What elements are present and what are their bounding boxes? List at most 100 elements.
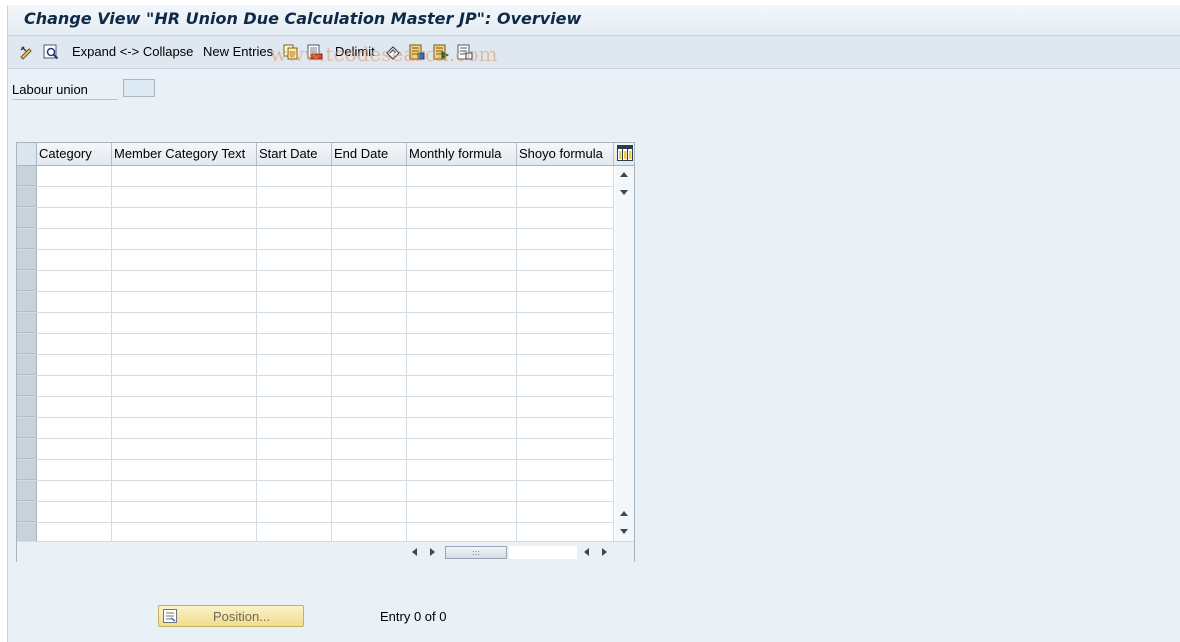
row-selector[interactable]	[17, 313, 37, 333]
table-cell[interactable]	[37, 439, 112, 459]
table-cell[interactable]	[37, 418, 112, 438]
row-selector[interactable]	[17, 460, 37, 480]
table-cell[interactable]	[517, 166, 614, 186]
table-cell[interactable]	[257, 397, 332, 417]
table-cell[interactable]	[332, 292, 407, 312]
column-header-monthly-formula[interactable]: Monthly formula	[407, 143, 517, 165]
select-all-rows-button[interactable]	[17, 143, 37, 165]
table-cell[interactable]	[407, 439, 517, 459]
table-cell[interactable]	[517, 460, 614, 480]
scroll-up-icon[interactable]	[620, 172, 628, 177]
table-cell[interactable]	[257, 439, 332, 459]
table-cell[interactable]	[37, 334, 112, 354]
table-cell[interactable]	[407, 187, 517, 207]
table-cell[interactable]	[517, 376, 614, 396]
column-header-start-date[interactable]: Start Date	[257, 143, 332, 165]
table-cell[interactable]	[332, 439, 407, 459]
table-cell[interactable]	[37, 481, 112, 501]
table-cell[interactable]	[112, 292, 257, 312]
row-selector[interactable]	[17, 208, 37, 228]
table-cell[interactable]	[332, 460, 407, 480]
table-cell[interactable]	[517, 271, 614, 291]
table-cell[interactable]	[37, 523, 112, 541]
table-cell[interactable]	[407, 418, 517, 438]
table-cell[interactable]	[517, 250, 614, 270]
table-cell[interactable]	[112, 376, 257, 396]
row-selector[interactable]	[17, 187, 37, 207]
table-cell[interactable]	[517, 397, 614, 417]
table-cell[interactable]	[517, 502, 614, 522]
table-cell[interactable]	[257, 502, 332, 522]
scroll-end-right-icon[interactable]	[602, 548, 607, 556]
table-cell[interactable]	[332, 250, 407, 270]
table-cell[interactable]	[112, 502, 257, 522]
table-cell[interactable]	[517, 208, 614, 228]
labour-union-input[interactable]	[123, 79, 155, 97]
scroll-left-icon[interactable]	[412, 548, 417, 556]
row-selector[interactable]	[17, 439, 37, 459]
table-cell[interactable]	[112, 334, 257, 354]
table-cell[interactable]	[257, 523, 332, 541]
row-selector[interactable]	[17, 292, 37, 312]
position-button[interactable]: Position...	[158, 605, 304, 627]
table-cell[interactable]	[257, 271, 332, 291]
table-cell[interactable]	[37, 187, 112, 207]
row-selector[interactable]	[17, 397, 37, 417]
table-cell[interactable]	[257, 250, 332, 270]
table-cell[interactable]	[257, 208, 332, 228]
expand-collapse-button[interactable]: Expand <-> Collapse	[72, 44, 193, 60]
table-cell[interactable]	[332, 334, 407, 354]
table-cell[interactable]	[517, 355, 614, 375]
scroll-right-icon[interactable]	[430, 548, 435, 556]
table-cell[interactable]	[332, 166, 407, 186]
row-selector[interactable]	[17, 502, 37, 522]
column-header-member-category-text[interactable]: Member Category Text	[112, 143, 257, 165]
table-cell[interactable]	[257, 418, 332, 438]
table-cell[interactable]	[257, 376, 332, 396]
scroll-page-down-icon[interactable]	[620, 190, 628, 195]
table-cell[interactable]	[407, 292, 517, 312]
table-cell[interactable]	[112, 460, 257, 480]
table-cell[interactable]	[112, 523, 257, 541]
deselect-all-icon[interactable]	[457, 44, 473, 60]
row-selector[interactable]	[17, 418, 37, 438]
vertical-scrollbar[interactable]	[615, 166, 634, 541]
table-cell[interactable]	[37, 166, 112, 186]
table-cell[interactable]	[37, 271, 112, 291]
table-cell[interactable]	[407, 397, 517, 417]
table-cell[interactable]	[407, 523, 517, 541]
table-cell[interactable]	[517, 481, 614, 501]
table-cell[interactable]	[112, 397, 257, 417]
table-cell[interactable]	[112, 187, 257, 207]
display-change-icon[interactable]	[19, 44, 35, 60]
table-cell[interactable]	[332, 271, 407, 291]
table-cell[interactable]	[332, 313, 407, 333]
table-cell[interactable]	[37, 229, 112, 249]
table-cell[interactable]	[407, 250, 517, 270]
undo-icon[interactable]	[385, 44, 401, 60]
table-cell[interactable]	[257, 481, 332, 501]
table-cell[interactable]	[257, 229, 332, 249]
table-cell[interactable]	[37, 250, 112, 270]
select-block-icon[interactable]	[433, 44, 450, 60]
row-selector[interactable]	[17, 376, 37, 396]
row-selector[interactable]	[17, 250, 37, 270]
table-cell[interactable]	[112, 166, 257, 186]
table-cell[interactable]	[332, 355, 407, 375]
table-cell[interactable]	[517, 334, 614, 354]
table-cell[interactable]	[407, 334, 517, 354]
table-cell[interactable]	[332, 397, 407, 417]
table-cell[interactable]	[332, 481, 407, 501]
table-cell[interactable]	[257, 292, 332, 312]
table-cell[interactable]	[332, 229, 407, 249]
table-cell[interactable]	[407, 355, 517, 375]
horizontal-scroll-thumb[interactable]: :::	[445, 546, 507, 559]
table-cell[interactable]	[37, 460, 112, 480]
table-cell[interactable]	[112, 250, 257, 270]
table-cell[interactable]	[37, 355, 112, 375]
table-cell[interactable]	[332, 208, 407, 228]
table-cell[interactable]	[517, 187, 614, 207]
table-settings-icon[interactable]	[617, 145, 633, 162]
table-cell[interactable]	[112, 229, 257, 249]
table-cell[interactable]	[257, 334, 332, 354]
